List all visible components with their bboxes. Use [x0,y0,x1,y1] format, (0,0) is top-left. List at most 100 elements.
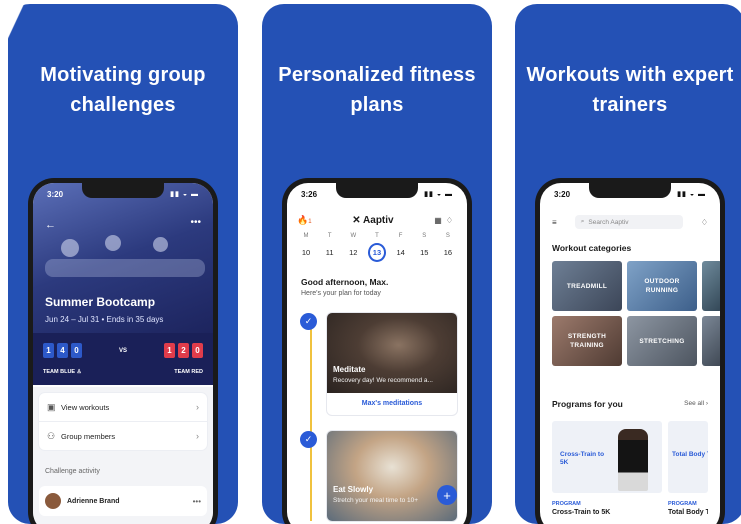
calendar-day[interactable]: T 11 [321,233,339,262]
team-red-score: 1 2 0 [163,343,203,358]
plan-card-eat-slowly[interactable]: Eat Slowly Stretch your meal time to 10+ [327,431,457,521]
signal-battery-icon: ▮▮ ◒ ▬ [677,191,706,198]
day-number: 15 [420,248,429,257]
signal-battery-icon: ▮▮ ◒ ▬ [170,191,199,198]
team-red-label: TEAM RED [174,369,203,375]
phone-frame: 3:20 ▮▮ ◒ ▬ ≡ ⌕ Search Aaptiv ♢ Workout c… [535,178,725,524]
score-digit: 2 [177,343,189,358]
checkmark-icon[interactable]: ✓ [300,431,317,448]
challenge-dates: Jun 24 – Jul 31 • Ends in 35 days [45,315,164,324]
programs-carousel: Cross-Train to 5K PROGRAM Cross-Train to… [552,421,708,516]
streak-count: 1 [308,219,312,225]
program-name: Total Body T [668,509,708,516]
runner-image [618,429,648,491]
dumbbell-icon: ▣ [47,401,56,412]
aaptiv-logo: ✕ Aaptiv [352,215,394,226]
streak-flame-icon[interactable]: 🔥1 [297,215,312,226]
calendar-day[interactable]: S 16 [439,233,457,262]
filter-icon[interactable]: ≡ [552,218,557,227]
program-image-text: Total Body T [672,451,708,458]
chevron-right-icon: › [705,400,708,407]
calendar-day[interactable]: S 15 [415,233,433,262]
day-letter: F [398,233,403,239]
category-tile-outdoor-running[interactable]: OUTDOOR RUNNING [627,261,697,311]
activity-user-name: Adrienne Brand [67,497,120,505]
program-card[interactable]: Cross-Train to 5K PROGRAM Cross-Train to… [552,421,662,516]
day-number: 14 [396,248,405,257]
day-letter: S [445,233,450,239]
week-calendar: M 10 T 11 W 12 T 13 F 14 S 15 S 16 [297,233,457,262]
promo-panel-plans: Personalized fitness plans 3:26 ▮▮ ◒ ▬ 🔥… [262,4,492,524]
status-time: 3:20 [554,190,571,199]
bell-icon[interactable]: ♢ [701,218,708,227]
scoreboard-background [33,333,213,385]
category-tile-treadmill[interactable]: TREADMILL [552,261,622,311]
headline-plans: Personalized fitness plans [262,60,492,120]
calendar-day[interactable]: W 12 [344,233,362,262]
more-options-icon[interactable]: ••• [193,497,201,506]
phone-notch [82,183,164,198]
meditate-image: Meditate Recovery day! We recommend a... [327,313,457,393]
menu-item-view-workouts[interactable]: ▣ View workouts › [39,393,207,422]
add-button[interactable]: + [437,485,457,505]
challenge-hero-image [33,183,213,353]
day-letter: M [303,233,309,239]
chevron-right-icon: › [196,431,199,441]
day-letter: S [422,233,427,239]
program-tag: PROGRAM [668,501,697,507]
status-time: 3:20 [47,190,64,199]
header-icons: ▦♢ [434,216,457,225]
food-image: Eat Slowly Stretch your meal time to 10+ [327,431,457,521]
program-card[interactable]: Total Body T PROGRAM Total Body T [668,421,708,516]
day-letter: T [327,233,332,239]
signal-battery-icon: ▮▮ ◒ ▬ [424,191,453,198]
promo-panel-trainers: Workouts with expert trainers 3:20 ▮▮ ◒ … [515,4,741,524]
category-tile-strength-training[interactable]: STRENGTH TRAINING [552,316,622,366]
menu-item-group-members[interactable]: ⚇ Group members › [39,422,207,450]
search-input[interactable]: ⌕ Search Aaptiv [574,215,683,229]
checkmark-icon[interactable]: ✓ [300,313,317,330]
calendar-day[interactable]: F 14 [392,233,410,262]
bell-icon[interactable]: ♢ [446,216,457,225]
versus-label: VS [118,347,127,354]
meditations-link[interactable]: Max's meditations [327,393,457,415]
phone-screen: 3:20 ▮▮ ◒ ▬ ← ••• Summer Bootcamp Jun 24… [33,183,213,524]
plan-card-meditate[interactable]: Meditate Recovery day! We recommend a...… [327,313,457,415]
more-options-icon[interactable]: ••• [190,217,201,228]
category-label: STRENGTH TRAINING [567,333,607,349]
app-header: ≡ ⌕ Search Aaptiv ♢ [552,215,708,229]
category-tile-stretching[interactable]: STRETCHING [627,316,697,366]
card-subtitle: Stretch your meal time to 10+ [333,497,419,504]
day-number: 10 [301,248,311,257]
scoreboard: 1 4 0 VS 1 2 0 [43,343,203,358]
program-image: Cross-Train to 5K [552,421,662,493]
category-tile-partial[interactable] [702,261,720,311]
category-grid: TREADMILL OUTDOOR RUNNING STRENGTH TRAIN… [552,261,720,366]
day-letter: T [375,233,379,239]
status-time: 3:26 [301,190,318,199]
search-placeholder: Search Aaptiv [588,218,629,226]
category-label: STRETCHING [639,337,685,345]
day-number: 12 [349,248,358,257]
back-arrow-icon[interactable]: ← [45,219,56,231]
athletes-image [43,233,205,288]
program-image: Total Body T [668,421,708,493]
headline-text: Motivating group challenges [40,64,206,116]
plan-subtitle: Here's your plan for today [301,290,381,297]
person-icon: ♙ [76,369,82,375]
category-tile-partial[interactable] [702,316,720,366]
headline-trainers: Workouts with expert trainers [515,60,741,120]
day-letter: W [350,233,357,239]
phone-frame: 3:20 ▮▮ ◒ ▬ ← ••• Summer Bootcamp Jun 24… [28,178,218,524]
search-icon: ⌕ [580,218,585,225]
promo-panel-challenges: Motivating group challenges 3:20 ▮▮ ◒ ▬ … [8,4,238,524]
calendar-day[interactable]: M 10 [297,233,315,262]
menu-item-label: View workouts [61,402,110,412]
logo-text: Aaptiv [363,215,394,226]
headline-challenges: Motivating group challenges [8,60,238,120]
challenge-menu: ▣ View workouts › ⚇ Group members › [39,393,207,450]
see-all-link[interactable]: See all › [684,400,708,407]
calendar-icon[interactable]: ▦ [434,216,446,225]
calendar-day-selected[interactable]: T 13 [367,233,386,262]
score-digit: 0 [191,343,203,358]
